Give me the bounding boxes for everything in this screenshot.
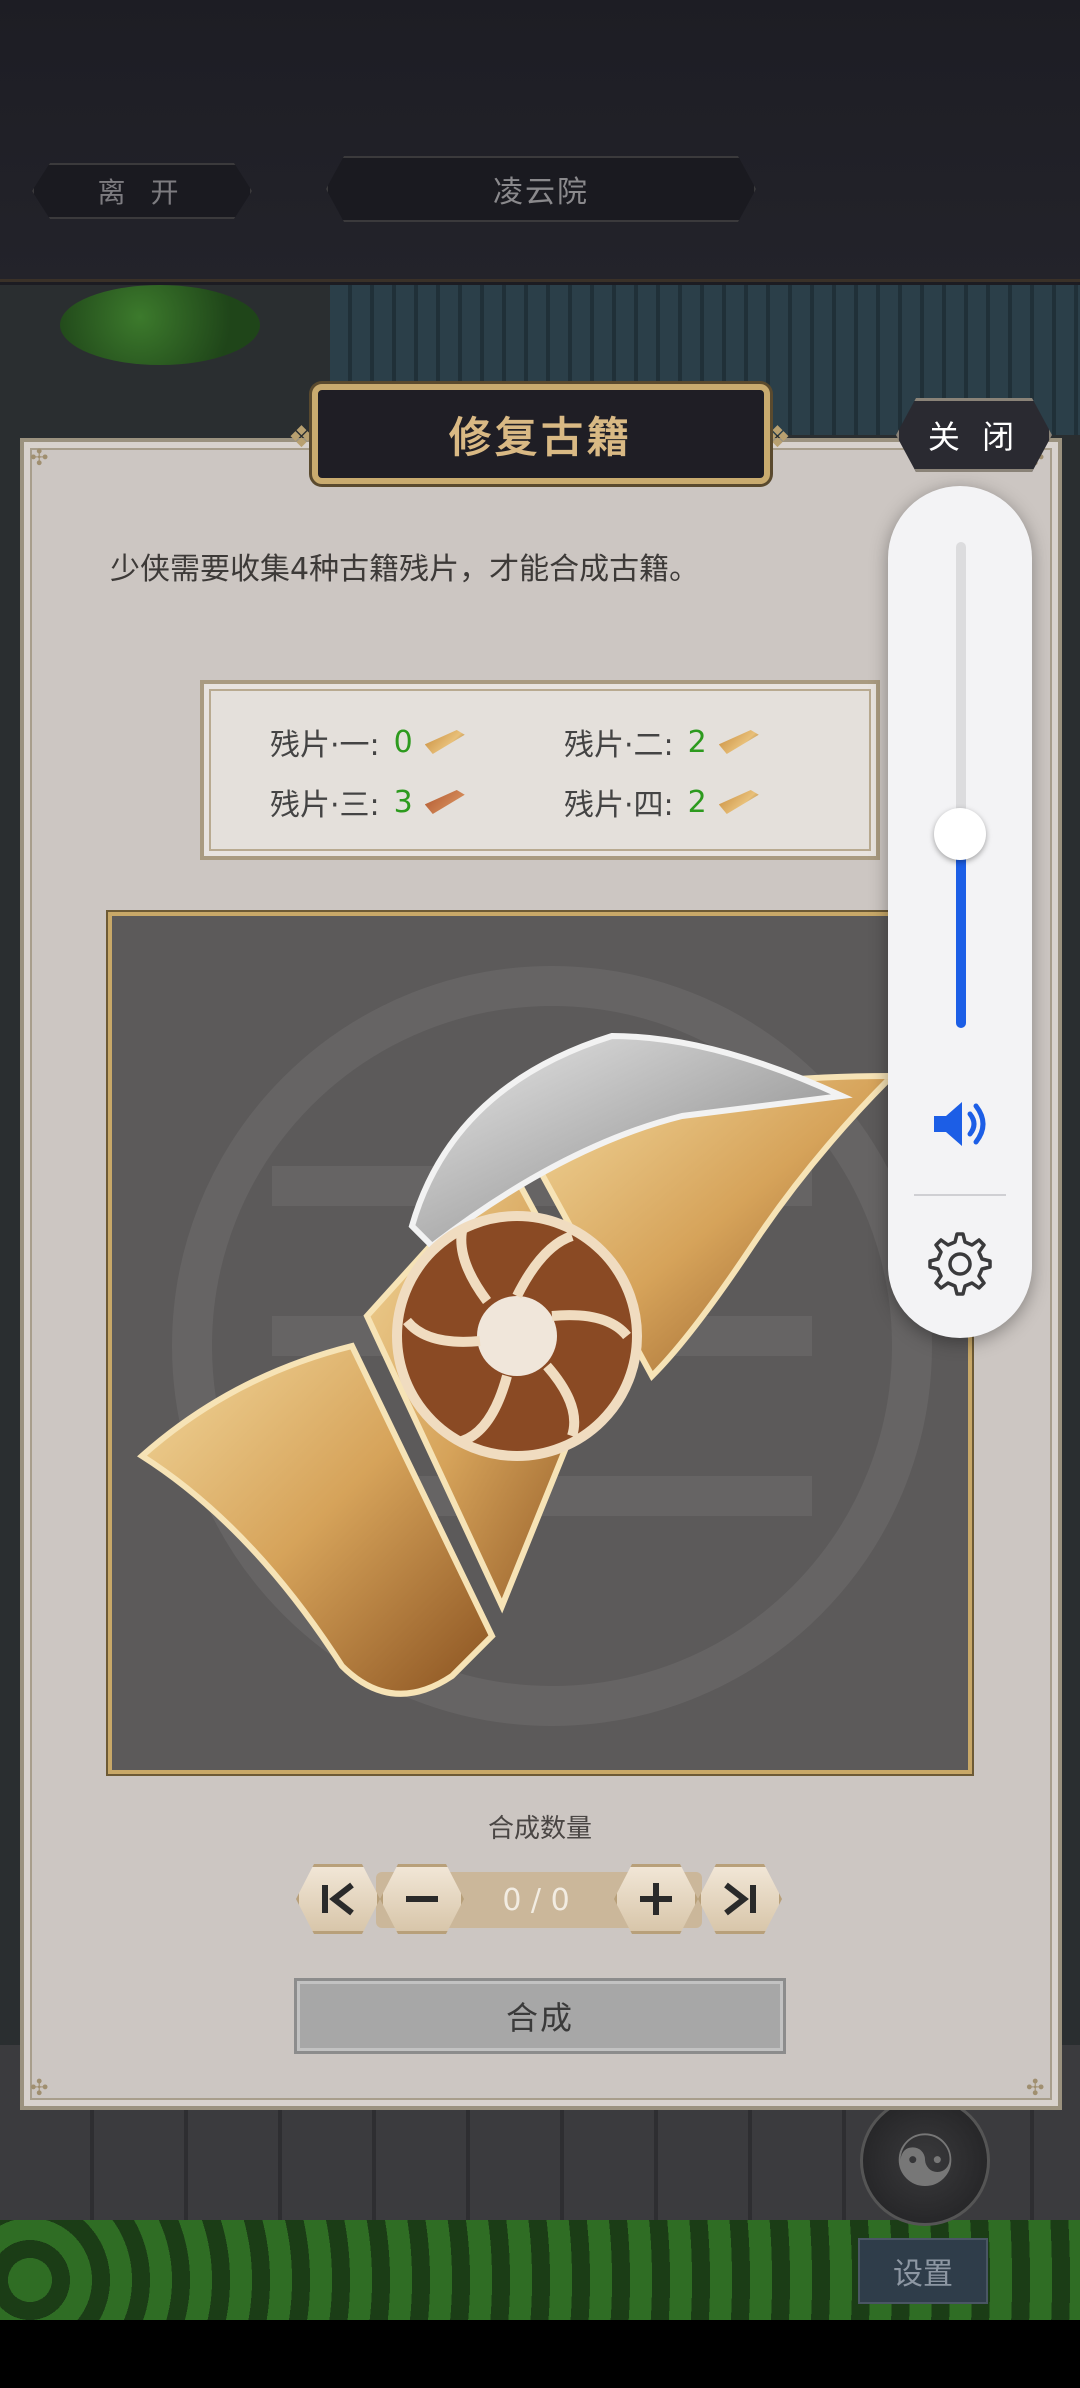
fragment-scroll-icon (718, 790, 759, 814)
leave-button[interactable]: 离 开 (32, 163, 252, 219)
dialog-description: 少侠需要收集4种古籍残片，才能合成古籍。 (110, 552, 700, 587)
speaker-icon[interactable] (928, 1092, 992, 1156)
plus-icon (638, 1881, 674, 1917)
fragment-scroll-icon (424, 730, 465, 754)
max-quantity-button[interactable] (698, 1864, 782, 1934)
quantity-stepper: 0 / 0 (296, 1864, 782, 1934)
fragment-item: 残片·一: 0 (270, 720, 465, 764)
close-button[interactable]: 关 闭 (896, 398, 1052, 472)
quantity-value: 0 / 0 (502, 1882, 570, 1918)
top-bar: 离 开 凌云院 (0, 0, 1080, 282)
minus-icon (404, 1881, 440, 1917)
min-quantity-button[interactable] (296, 1864, 380, 1934)
nav-bar-area (0, 2320, 1080, 2388)
fragment-item: 残片·四: 2 (564, 780, 759, 824)
fragment-counts-box: 残片·一: 0 残片·二: 2 残片·三: 3 残片·四: 2 (200, 680, 880, 860)
fragment-item: 残片·三: 3 (270, 780, 465, 824)
corner-ornament-icon: ✣ (30, 2076, 49, 2101)
fragment-count: 0 (393, 724, 413, 760)
corner-ornament-icon: ✣ (30, 446, 49, 471)
settings-button[interactable]: 设置 (858, 2238, 988, 2304)
tree-decoration (60, 285, 260, 365)
fragment-count: 2 (687, 724, 707, 760)
fragment-label: 残片·一: (270, 728, 380, 763)
volume-slider-knob[interactable] (934, 807, 986, 860)
volume-panel (888, 486, 1032, 1338)
fragment-scroll-icon (424, 790, 465, 814)
volume-divider (914, 1194, 1006, 1196)
gear-icon[interactable] (926, 1230, 994, 1298)
skip-to-min-icon (318, 1881, 358, 1917)
ancient-book-artwork (108, 912, 972, 1774)
fragment-label: 残片·二: (564, 728, 674, 763)
skip-to-max-icon (720, 1881, 760, 1917)
fragment-count: 2 (687, 784, 707, 820)
game-screen: 离 开 凌云院 ☯ 设置 ✣ ✣ ✣ ✣ ❖ ❖ 修复古籍 关 闭 少侠需要收集… (0, 0, 1080, 2388)
craft-button[interactable]: 合成 (294, 1978, 786, 2054)
fragment-label: 残片·三: (270, 788, 380, 823)
volume-slider[interactable] (956, 542, 966, 1028)
fragment-count: 3 (393, 784, 413, 820)
yin-yang-icon[interactable]: ☯ (860, 2096, 990, 2226)
fragment-item: 残片·二: 2 (564, 720, 759, 764)
location-title: 凌云院 (326, 156, 756, 222)
quantity-label: 合成数量 (487, 1814, 592, 1844)
book-fragments-illustration (137, 1032, 900, 1697)
title-ornament-icon: ❖ (288, 420, 315, 455)
corner-ornament-icon: ✣ (1026, 2076, 1045, 2101)
dialog-title: 修复古籍 (312, 384, 770, 484)
fragment-label: 残片·四: (564, 788, 674, 823)
fragment-scroll-icon (718, 730, 759, 754)
volume-fill (956, 833, 966, 1028)
